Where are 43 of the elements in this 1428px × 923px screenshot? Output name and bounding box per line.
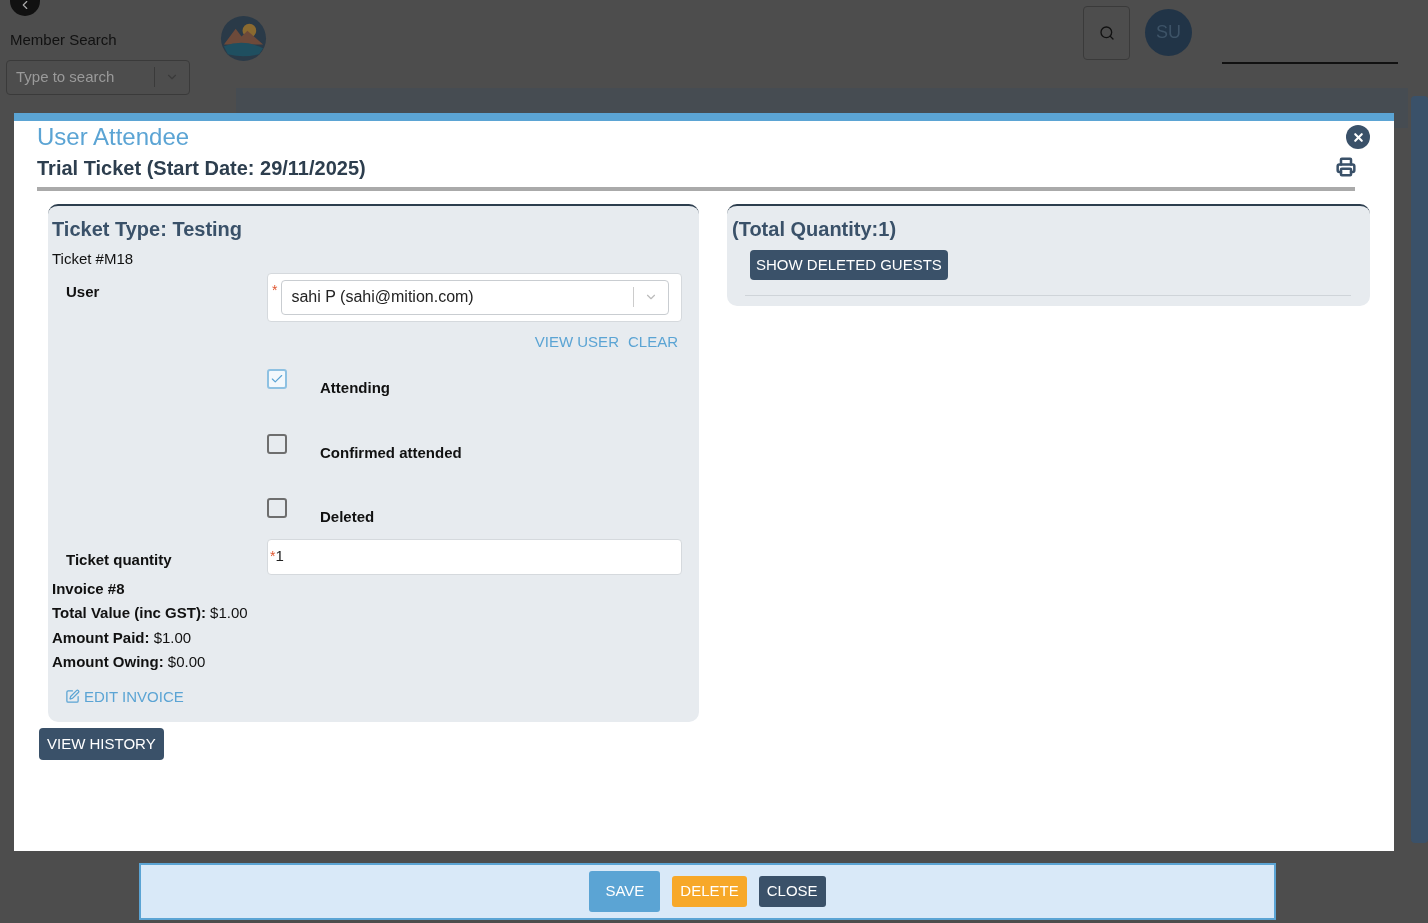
printer-icon[interactable]: [1336, 157, 1356, 177]
edit-icon: [65, 689, 80, 705]
checkbox[interactable]: [267, 369, 287, 389]
footer-button[interactable]: SAVE: [589, 871, 661, 912]
mountain-logo: [220, 15, 267, 62]
checkbox[interactable]: [267, 498, 287, 518]
footer-button[interactable]: CLOSE: [758, 876, 826, 907]
scrollbar-thumb[interactable]: [1411, 96, 1428, 843]
invoice-line: Amount Owing: $0.00: [52, 652, 207, 672]
modal-title: User Attendee: [37, 122, 191, 152]
invoice-title: Invoice #8: [52, 578, 126, 599]
search-label: Member Search: [10, 30, 118, 50]
edit-invoice-link[interactable]: EDIT INVOICE: [65, 685, 682, 708]
quantity-field[interactable]: *1: [267, 538, 682, 575]
back-button[interactable]: [10, 0, 40, 16]
quantity-label: Ticket quantity: [65, 549, 173, 570]
member-search-field[interactable]: Type to search: [6, 59, 190, 95]
checkbox-label: Deleted: [320, 507, 375, 527]
required-marker: *: [272, 280, 278, 300]
guests-heading: (Total Quantity:1): [732, 217, 898, 242]
invoice-line: Amount Paid: $1.00: [52, 627, 193, 648]
modal-subtitle: Trial Ticket (Start Date: 29/11/2025): [37, 156, 367, 181]
search-placeholder: Type to search: [15, 66, 116, 87]
user-label: User: [65, 281, 101, 302]
invoice-line: Total Value (inc GST): $1.00: [52, 603, 249, 623]
footer-button[interactable]: DELETE: [672, 876, 747, 907]
close-icon: [1351, 130, 1365, 144]
checkbox-label: Confirmed attended: [320, 442, 462, 463]
view-history-button[interactable]: VIEW HISTORY: [39, 728, 164, 760]
close-button[interactable]: [1346, 125, 1370, 149]
checkbox[interactable]: [267, 433, 287, 454]
user-value: sahi P (sahi@mition.com): [290, 287, 475, 307]
check-icon: [270, 372, 284, 386]
required-marker: *: [270, 547, 276, 566]
ticket-type-heading: Ticket Type: Testing: [52, 217, 244, 242]
user-select-field[interactable]: * sahi P (sahi@mition.com): [267, 272, 682, 322]
quantity-value: 1: [275, 546, 284, 567]
ticket-number: Ticket #M18: [52, 249, 135, 269]
show-deleted-guests-button[interactable]: SHOW DELETED GUESTS: [750, 250, 948, 280]
text-link[interactable]: VIEW USER: [534, 330, 619, 353]
checkbox-label: Attending: [320, 378, 390, 398]
search-icon: [1098, 25, 1115, 41]
text-link[interactable]: CLEAR: [627, 330, 678, 353]
